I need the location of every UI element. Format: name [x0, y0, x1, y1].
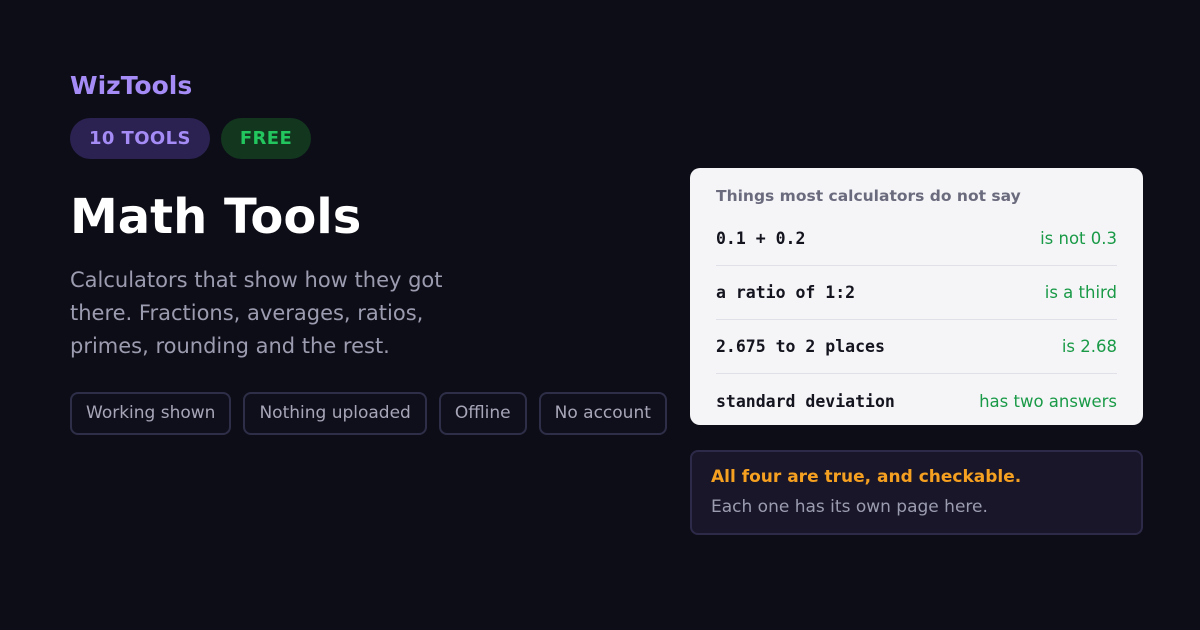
feature-pill-nothing-uploaded: Nothing uploaded	[243, 392, 427, 435]
fact-verdict: is not 0.3	[1040, 229, 1117, 248]
fact-row[interactable]: 2.675 to 2 places is 2.68	[716, 320, 1117, 374]
facts-card-heading: Things most calculators do not say	[716, 187, 1021, 205]
feature-pills: Working shown Nothing uploaded Offline N…	[70, 392, 667, 435]
callout-note: All four are true, and checkable. Each o…	[690, 450, 1143, 535]
fact-verdict: is a third	[1044, 283, 1117, 302]
fact-row[interactable]: 0.1 + 0.2 is not 0.3	[716, 212, 1117, 266]
feature-pill-working-shown: Working shown	[70, 392, 232, 435]
facts-card: Things most calculators do not say 0.1 +…	[690, 168, 1143, 425]
page-subtitle: Calculators that show how they got there…	[70, 268, 443, 358]
feature-pill-offline: Offline	[438, 392, 527, 435]
feature-pill-no-account: No account	[538, 392, 667, 435]
fact-claim: standard deviation	[716, 391, 895, 411]
fact-row[interactable]: standard deviation has two answers	[716, 374, 1117, 425]
callout-title: All four are true, and checkable.	[711, 467, 1022, 487]
tools-count-badge: 10 TOOLS	[70, 118, 210, 159]
badge-group: 10 TOOLS FREE	[70, 118, 312, 159]
fact-claim: a ratio of 1:2	[716, 283, 856, 302]
fact-verdict: has two answers	[979, 391, 1117, 411]
fact-claim: 2.675 to 2 places	[716, 337, 885, 356]
fact-claim: 0.1 + 0.2	[716, 229, 806, 248]
page: WizTools 10 TOOLS FREE Math Tools Calcul…	[0, 0, 1200, 630]
brand-logo-text[interactable]: WizTools	[70, 70, 192, 102]
fact-verdict: is 2.68	[1061, 337, 1117, 356]
free-badge: FREE	[220, 118, 312, 159]
fact-row[interactable]: a ratio of 1:2 is a third	[716, 266, 1117, 320]
callout-text: Each one has its own page here.	[711, 497, 988, 517]
page-title: Math Tools	[70, 189, 362, 245]
